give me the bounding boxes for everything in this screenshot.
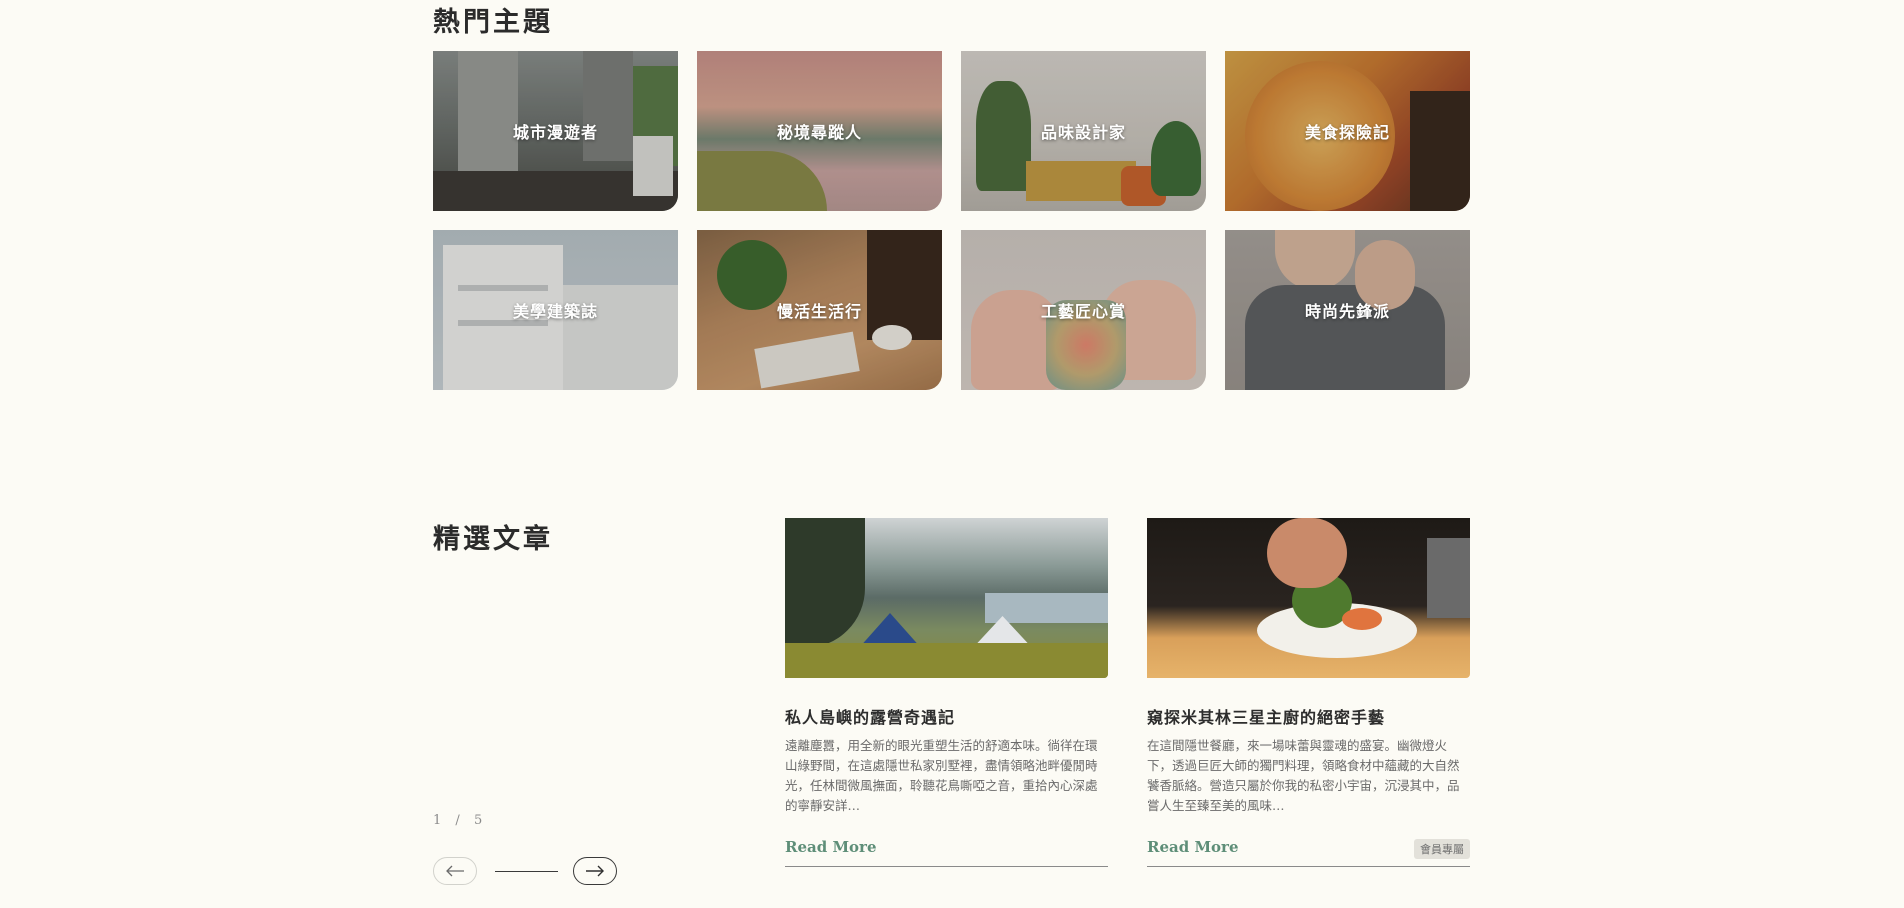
topic-card-architecture[interactable]: 美學建築誌 [433, 230, 678, 390]
arrow-left-icon [446, 865, 464, 877]
pager-separator: / [455, 813, 462, 828]
arrow-right-icon [586, 865, 604, 877]
topic-card-food[interactable]: 美食探險記 [1225, 51, 1470, 211]
topic-card-slow-living[interactable]: 慢活生活行 [697, 230, 942, 390]
topic-card-city[interactable]: 城市漫遊者 [433, 51, 678, 211]
topic-label: 美學建築誌 [512, 302, 598, 321]
topic-card-craft[interactable]: 工藝匠心賞 [961, 230, 1206, 390]
read-more-link[interactable]: Read More [1147, 838, 1239, 856]
camping-image [785, 518, 1108, 678]
topic-label: 品味設計家 [1040, 123, 1126, 142]
featured-articles-title: 精選文章 [433, 524, 553, 555]
topic-grid: 城市漫遊者 秘境尋蹤人 品味設計家 美食探險記 美學建築誌 慢活生活行 工藝匠心… [433, 51, 1470, 390]
topic-label: 秘境尋蹤人 [776, 123, 862, 142]
article-footer: Read More [785, 836, 1108, 867]
article-excerpt: 遠離塵囂，用全新的眼光重塑生活的舒適本味。徜徉在環山綠野間，在這處隱世私家別墅裡… [785, 738, 1098, 813]
topic-label: 城市漫遊者 [512, 123, 598, 142]
topic-card-hidden-places[interactable]: 秘境尋蹤人 [697, 51, 942, 211]
read-more-link[interactable]: Read More [785, 838, 877, 856]
article-excerpt: 在這間隱世餐廳，來一場味蕾與靈魂的盛宴。幽微燈火下，透過巨匠大師的獨門料理，領略… [1147, 738, 1460, 813]
pager-progress-line [495, 871, 558, 872]
pager-count: 1 / 5 [433, 813, 484, 828]
hot-topics-title: 熱門主題 [433, 7, 553, 38]
topic-label: 美食探險記 [1304, 123, 1390, 142]
pager-current: 1 [433, 813, 444, 828]
article-title[interactable]: 窺探米其林三星主廚的絕密手藝 [1147, 704, 1470, 728]
topic-label: 時尚先鋒派 [1304, 302, 1390, 321]
fine-dining-image [1147, 518, 1470, 678]
article-card[interactable]: 私人島嶼的露營奇遇記 遠離塵囂，用全新的眼光重塑生活的舒適本味。徜徉在環山綠野間… [785, 518, 1108, 867]
article-card[interactable]: 窺探米其林三星主廚的絕密手藝 在這間隱世餐廳，來一場味蕾與靈魂的盛宴。幽微燈火下… [1147, 518, 1470, 867]
topic-card-design[interactable]: 品味設計家 [961, 51, 1206, 211]
topic-label: 工藝匠心賞 [1040, 302, 1126, 321]
prev-button[interactable] [433, 857, 477, 885]
article-title[interactable]: 私人島嶼的露營奇遇記 [785, 704, 1108, 728]
topic-label: 慢活生活行 [776, 302, 862, 321]
pager-total: 5 [473, 813, 485, 828]
article-footer: Read More 會員專屬 [1147, 836, 1470, 867]
topic-card-fashion[interactable]: 時尚先鋒派 [1225, 230, 1470, 390]
next-button[interactable] [573, 857, 617, 885]
members-only-badge: 會員專屬 [1414, 839, 1470, 859]
